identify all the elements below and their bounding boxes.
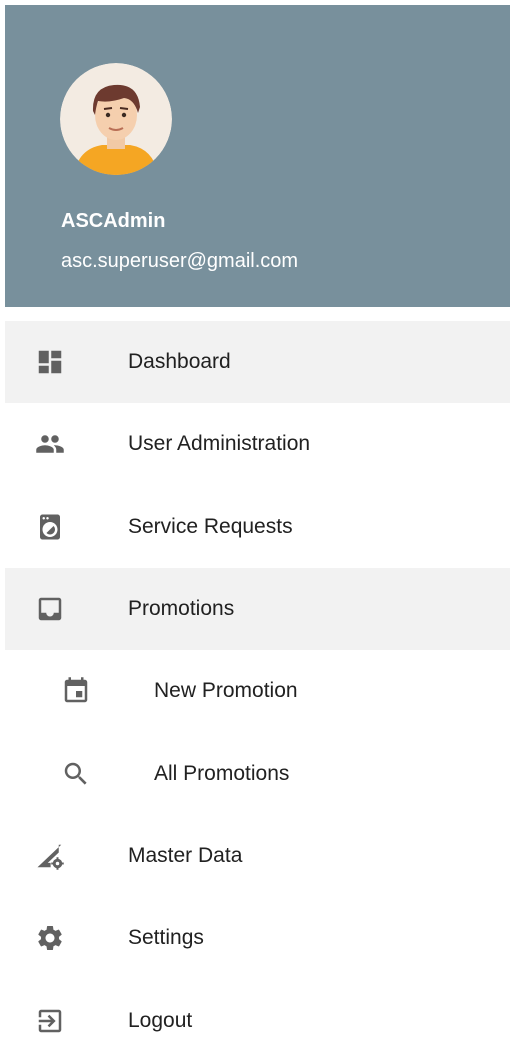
menu-label-settings: Settings bbox=[128, 926, 204, 950]
search-icon bbox=[61, 759, 91, 789]
inbox-icon bbox=[35, 594, 65, 624]
menu-item-new-promotion[interactable]: New Promotion bbox=[5, 650, 510, 732]
menu-label-logout: Logout bbox=[128, 1008, 193, 1032]
menu-item-logout[interactable]: Logout bbox=[5, 979, 510, 1061]
exit-icon bbox=[35, 1006, 65, 1036]
menu-item-master-data[interactable]: Master Data bbox=[5, 815, 510, 897]
menu-item-service-requests[interactable]: Service Requests bbox=[5, 486, 510, 568]
menu-label-new-promotion: New Promotion bbox=[154, 679, 298, 703]
menu-label-promotions: Promotions bbox=[128, 597, 235, 621]
user-name: ASCAdmin bbox=[61, 210, 166, 232]
calendar-icon bbox=[61, 676, 91, 706]
menu-label-master-data: Master Data bbox=[128, 843, 243, 867]
washing-machine-icon bbox=[35, 512, 65, 542]
avatar[interactable] bbox=[60, 63, 172, 175]
menu-item-settings[interactable]: Settings bbox=[5, 897, 510, 979]
gear-icon bbox=[35, 923, 65, 953]
menu-label-all-promotions: All Promotions bbox=[154, 761, 290, 785]
user-email: asc.superuser@gmail.com bbox=[61, 250, 299, 272]
navigation-menu: Dashboard User Administration Service Re… bbox=[5, 321, 510, 1062]
menu-label-service-requests: Service Requests bbox=[128, 514, 293, 538]
user-avatar-icon bbox=[60, 63, 172, 175]
profile-header: ASCAdmin asc.superuser@gmail.com bbox=[5, 5, 510, 307]
menu-item-user-administration[interactable]: User Administration bbox=[5, 403, 510, 485]
dashboard-icon bbox=[35, 347, 65, 377]
network-settings-icon bbox=[35, 841, 65, 871]
people-icon bbox=[35, 429, 65, 459]
menu-item-dashboard[interactable]: Dashboard bbox=[5, 321, 510, 404]
menu-item-promotions[interactable]: Promotions bbox=[5, 567, 510, 651]
menu-label-user-administration: User Administration bbox=[128, 432, 311, 456]
menu-item-all-promotions[interactable]: All Promotions bbox=[5, 732, 510, 814]
menu-label-dashboard: Dashboard bbox=[128, 350, 231, 374]
